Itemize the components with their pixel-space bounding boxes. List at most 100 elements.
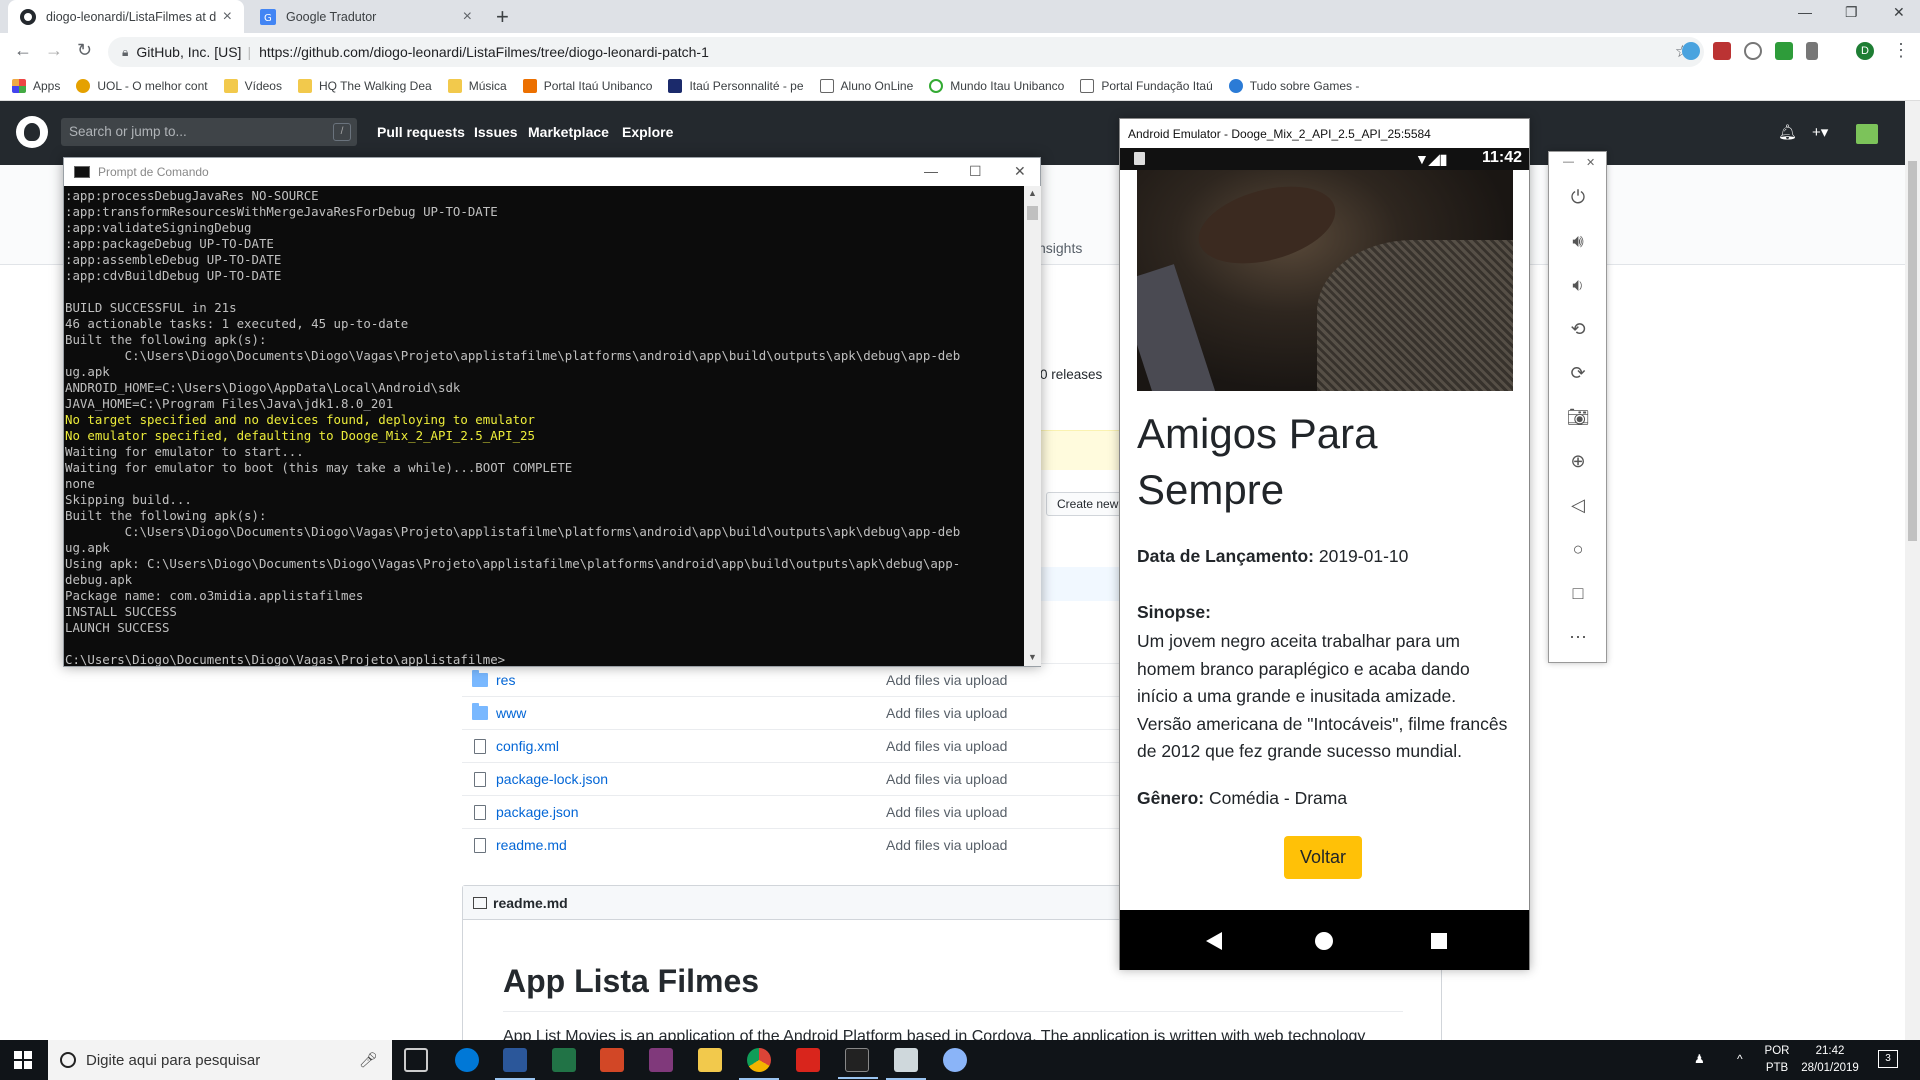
- paint-icon[interactable]: [943, 1048, 967, 1072]
- notification-center-icon[interactable]: 3: [1878, 1050, 1898, 1068]
- extension-icon[interactable]: [1806, 42, 1818, 60]
- commit-message[interactable]: Add files via upload: [886, 738, 1007, 754]
- back-icon[interactable]: ←: [14, 40, 32, 61]
- power-icon[interactable]: ⏻: [1567, 186, 1589, 208]
- tab-google-tradutor[interactable]: G Google Tradutor ×: [248, 0, 484, 33]
- start-button[interactable]: [14, 1051, 32, 1069]
- commit-message[interactable]: Add files via upload: [886, 771, 1007, 787]
- tab-github[interactable]: diogo-leonardi/ListaFilmes at dio ×: [8, 0, 244, 33]
- android-recents-icon[interactable]: [1431, 933, 1447, 949]
- edge-icon[interactable]: [455, 1048, 479, 1072]
- file-row-readme[interactable]: readme.md Add files via upload: [462, 828, 1122, 861]
- taskbar-search[interactable]: Digite aqui para pesquisar 🎤︎: [48, 1040, 392, 1080]
- rotate-left-icon[interactable]: ⟲: [1567, 318, 1589, 340]
- home-icon[interactable]: ○: [1567, 538, 1589, 560]
- cloud-extension-icon[interactable]: [1682, 42, 1700, 60]
- nav-explore[interactable]: Explore: [622, 124, 673, 140]
- file-explorer-icon[interactable]: [698, 1048, 722, 1072]
- bookmark-uol[interactable]: UOL - O melhor cont: [76, 78, 208, 93]
- word-icon[interactable]: [495, 1048, 535, 1080]
- file-name[interactable]: package-lock.json: [496, 771, 886, 787]
- zoom-icon[interactable]: ⊕: [1567, 450, 1589, 472]
- voltar-button[interactable]: Voltar: [1284, 836, 1362, 879]
- user-avatar[interactable]: [1856, 124, 1878, 144]
- minimize-icon[interactable]: —: [1798, 4, 1812, 20]
- cmd-output[interactable]: :app:processDebugJavaRes NO-SOURCE:app:t…: [64, 186, 1024, 666]
- rotate-right-icon[interactable]: ⟳: [1567, 362, 1589, 384]
- commit-message[interactable]: Add files via upload: [886, 837, 1007, 853]
- powerpoint-icon[interactable]: [600, 1048, 624, 1072]
- file-row-package[interactable]: package.json Add files via upload: [462, 795, 1122, 828]
- input-language[interactable]: POR PTB: [1762, 1043, 1792, 1077]
- android-home-icon[interactable]: [1315, 932, 1333, 950]
- commit-message[interactable]: Add files via upload: [886, 705, 1007, 721]
- microphone-icon[interactable]: 🎤︎: [359, 1051, 378, 1069]
- extension-icon[interactable]: [1775, 42, 1793, 60]
- create-new-file-button[interactable]: Create new: [1046, 492, 1130, 516]
- close-icon[interactable]: ✕: [1014, 163, 1026, 180]
- page-scrollbar[interactable]: [1905, 101, 1920, 1040]
- volume-up-icon[interactable]: 🔊︎: [1567, 230, 1589, 252]
- bookmark-mundo-itau[interactable]: Mundo Itau Unibanco: [929, 78, 1064, 93]
- command-prompt-window[interactable]: Prompt de Comando — ☐ ✕ :app:processDebu…: [63, 157, 1041, 667]
- file-name[interactable]: www: [496, 705, 886, 721]
- bookmark-apps[interactable]: Apps: [12, 78, 60, 93]
- android-emulator-window[interactable]: Android Emulator - Dooge_Mix_2_API_2.5_A…: [1119, 118, 1530, 970]
- maximize-icon[interactable]: ☐: [969, 163, 982, 180]
- file-row-package-lock[interactable]: package-lock.json Add files via upload: [462, 762, 1122, 795]
- file-name[interactable]: config.xml: [496, 738, 886, 754]
- file-name[interactable]: package.json: [496, 804, 886, 820]
- android-back-icon[interactable]: [1206, 932, 1222, 950]
- people-icon[interactable]: ♟: [1694, 1052, 1705, 1066]
- tab-close-icon[interactable]: ×: [463, 8, 472, 26]
- file-row-config[interactable]: config.xml Add files via upload: [462, 729, 1122, 762]
- minimize-icon[interactable]: —: [924, 163, 938, 179]
- releases-count[interactable]: 0 releases: [1040, 367, 1102, 382]
- minimize-icon[interactable]: —: [1563, 156, 1574, 168]
- file-name[interactable]: readme.md: [496, 837, 886, 853]
- restore-icon[interactable]: ❐: [1845, 4, 1858, 21]
- profile-avatar[interactable]: D: [1856, 42, 1874, 60]
- tab-close-icon[interactable]: ×: [223, 8, 232, 26]
- camera-icon[interactable]: 📷︎: [1567, 406, 1590, 428]
- bookmark-videos[interactable]: Vídeos: [223, 78, 282, 93]
- acrobat-icon[interactable]: [796, 1048, 820, 1072]
- file-name[interactable]: res: [496, 672, 886, 688]
- scrollbar-thumb[interactable]: [1027, 206, 1038, 220]
- create-plus-icon[interactable]: +▾: [1812, 123, 1828, 141]
- cmd-taskbar-icon[interactable]: [838, 1048, 878, 1079]
- address-bar[interactable]: 🔒︎ GitHub, Inc. [US] | https://github.co…: [108, 37, 1704, 67]
- scroll-down-icon[interactable]: ▼: [1028, 652, 1037, 662]
- tray-expand-icon[interactable]: ^: [1737, 1052, 1743, 1066]
- nav-issues[interactable]: Issues: [474, 124, 518, 140]
- forward-icon[interactable]: →: [45, 40, 63, 61]
- close-icon[interactable]: ✕: [1893, 4, 1905, 21]
- emulator-taskbar-icon[interactable]: [886, 1048, 926, 1080]
- github-logo-icon[interactable]: [16, 116, 48, 148]
- cmd-titlebar[interactable]: Prompt de Comando — ☐ ✕: [64, 158, 1040, 186]
- nav-pull-requests[interactable]: Pull requests: [377, 124, 465, 140]
- excel-icon[interactable]: [552, 1048, 576, 1072]
- back-icon[interactable]: ◁: [1567, 494, 1589, 516]
- commit-message[interactable]: Add files via upload: [886, 804, 1007, 820]
- tab-insights[interactable]: nsights: [1038, 240, 1082, 256]
- github-search-input[interactable]: Search or jump to... /: [61, 118, 357, 146]
- chrome-icon[interactable]: [739, 1048, 779, 1080]
- notifications-bell-icon[interactable]: 🔔︎: [1778, 123, 1797, 141]
- file-row-www[interactable]: www Add files via upload: [462, 696, 1122, 729]
- reload-icon[interactable]: ↻: [77, 40, 92, 61]
- close-icon[interactable]: ✕: [1586, 156, 1595, 169]
- clock[interactable]: 21:42 28/01/2019: [1795, 1043, 1865, 1077]
- file-row-res[interactable]: res Add files via upload: [462, 663, 1122, 696]
- bookmark-itau-personnalite[interactable]: Itaú Personnalité - pe: [668, 78, 804, 93]
- bookmark-hq[interactable]: HQ The Walking Dea: [297, 78, 432, 93]
- overview-icon[interactable]: □: [1567, 582, 1589, 604]
- volume-down-icon[interactable]: 🔉︎: [1567, 274, 1589, 296]
- bookmark-fundacao-itau[interactable]: Portal Fundação Itaú: [1080, 78, 1213, 93]
- menu-dots-icon[interactable]: ⋮: [1892, 40, 1910, 61]
- emulator-title[interactable]: Android Emulator - Dooge_Mix_2_API_2.5_A…: [1120, 119, 1529, 148]
- bookmark-tudo-games[interactable]: Tudo sobre Games -: [1228, 78, 1359, 93]
- commit-message[interactable]: Add files via upload: [886, 672, 1007, 688]
- task-view-icon[interactable]: [404, 1048, 428, 1072]
- bookmark-musica[interactable]: Música: [447, 78, 507, 93]
